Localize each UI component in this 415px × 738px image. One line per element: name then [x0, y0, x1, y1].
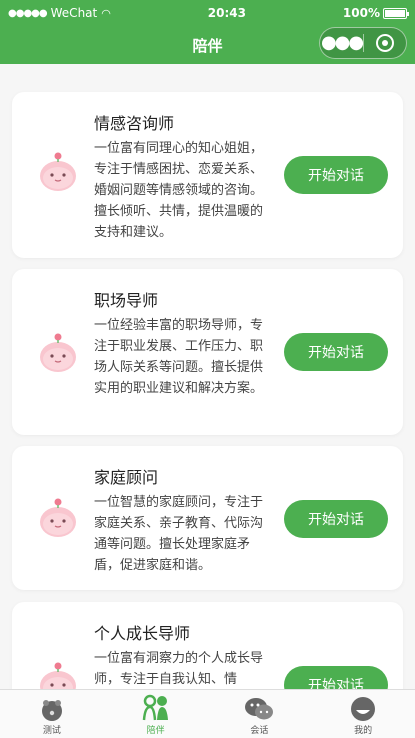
nav-bar: 陪伴 ●●●: [0, 26, 415, 64]
status-bar: ●●●●● WeChat ◠ 20:43 100%: [0, 0, 415, 26]
counselor-description: 一位智慧的家庭顾问，专注于家庭关系、亲子教育、代际沟通等问题。擅长处理家庭矛盾，…: [94, 495, 264, 573]
close-target-icon: [375, 34, 394, 52]
counselor-description: 一位经验丰富的职场导师，专注于职业发展、工作压力、职场人际关系等问题。擅长提供实…: [94, 318, 264, 396]
tab-label: 陪伴: [146, 726, 165, 736]
carrier-label: WeChat: [50, 6, 98, 20]
bottom-tab-bar: 测试 陪伴 会话 我的: [0, 689, 415, 738]
start-chat-button[interactable]: 开始对话: [284, 333, 388, 371]
page-title: 陪伴: [192, 36, 223, 55]
mini-program-capsule: ●●●: [319, 27, 407, 59]
start-chat-button[interactable]: 开始对话: [284, 156, 388, 194]
signal-icon: ●●●●●: [8, 7, 48, 19]
counselor-title: 个人成长导师: [94, 624, 191, 643]
peach-mascot-icon: [40, 662, 76, 689]
tab-companion[interactable]: 陪伴: [104, 690, 208, 738]
app-header: ●●●●● WeChat ◠ 20:43 100% 陪伴 ●●●: [0, 0, 415, 64]
clock: 20:43: [207, 6, 246, 20]
peach-mascot-icon: [40, 333, 76, 372]
counselor-card-career: 职场导师 一位经验丰富的职场导师，专注于职业发展、工作压力、职场人际关系等问题。…: [12, 269, 403, 435]
counselor-title: 职场导师: [94, 291, 159, 310]
more-menu-icon[interactable]: ●●●: [320, 34, 364, 52]
counselor-description: 一位富有同理心的知心姐姐，专注于情感困扰、恋爱关系、婚姻问题等情感领域的咨询。擅…: [94, 141, 264, 240]
profile-icon: [351, 697, 376, 721]
peach-mascot-icon: [40, 498, 76, 537]
start-chat-button[interactable]: 开始对话: [284, 500, 388, 538]
battery-percent: 100%: [342, 6, 380, 20]
battery-icon: [383, 7, 409, 19]
close-miniprogram-button[interactable]: [364, 34, 406, 52]
wifi-icon: ◠: [101, 6, 111, 20]
counselor-title: 情感咨询师: [94, 114, 175, 133]
tab-test[interactable]: 测试: [0, 690, 104, 738]
counselor-list[interactable]: 情感咨询师 一位富有同理心的知心姐姐，专注于情感困扰、恋爱关系、婚姻问题等情感领…: [0, 64, 415, 689]
chat-icon: [245, 698, 274, 720]
peach-mascot-icon: [40, 152, 76, 191]
tab-label: 我的: [354, 726, 373, 736]
counselor-card-emotion: 情感咨询师 一位富有同理心的知心姐姐，专注于情感困扰、恋爱关系、婚姻问题等情感领…: [12, 92, 403, 258]
start-chat-button[interactable]: 开始对话: [284, 666, 388, 689]
tab-profile[interactable]: 我的: [311, 690, 415, 738]
companion-icon: [142, 694, 168, 721]
tab-chat[interactable]: 会话: [208, 690, 312, 738]
counselor-title: 家庭顾问: [94, 468, 159, 487]
counselor-card-family: 家庭顾问 一位智慧的家庭顾问，专注于家庭关系、亲子教育、代际沟通等问题。擅长处理…: [12, 446, 403, 590]
test-icon: [41, 700, 62, 721]
counselor-card-growth: 个人成长导师 一位富有洞察力的个人成长导师，专注于自我认知、情 开始对话: [12, 602, 403, 689]
tab-label: 测试: [42, 726, 61, 736]
counselor-description: 一位富有洞察力的个人成长导师，专注于自我认知、情: [94, 651, 264, 687]
tab-label: 会话: [250, 726, 269, 736]
